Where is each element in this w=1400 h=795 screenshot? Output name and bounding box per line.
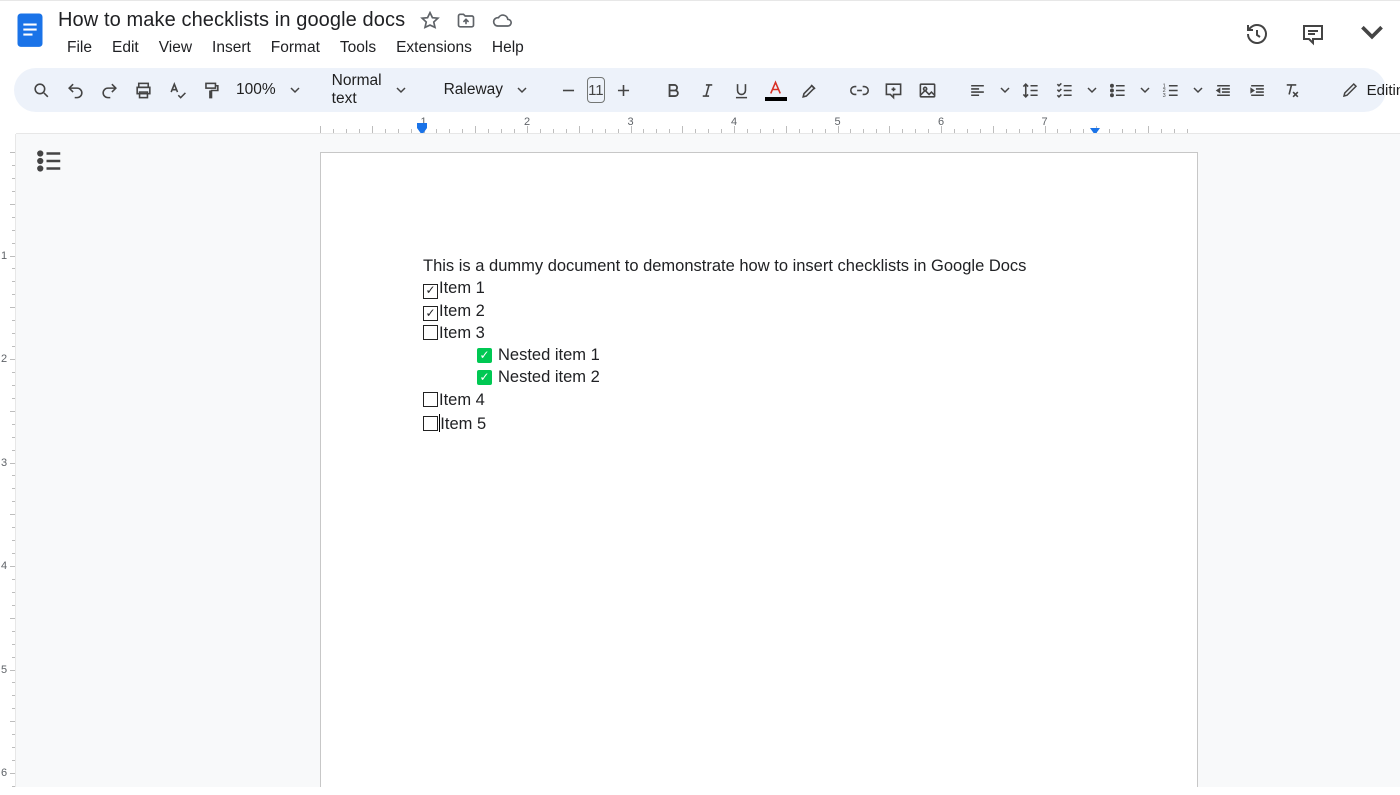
menu-edit[interactable]: Edit: [103, 36, 148, 60]
green-check-icon[interactable]: ✓: [477, 370, 492, 385]
zoom-select[interactable]: 100%: [230, 81, 300, 99]
star-icon[interactable]: [419, 10, 441, 32]
chevron-down-icon[interactable]: [1140, 82, 1150, 99]
font-size-increase[interactable]: [609, 75, 639, 105]
bold-icon[interactable]: [659, 75, 689, 105]
clear-formatting-icon[interactable]: [1277, 75, 1307, 105]
horizontal-ruler[interactable]: 1234567: [16, 112, 1400, 134]
outline-toggle-icon[interactable]: [34, 146, 64, 176]
vertical-ruler[interactable]: 123456: [0, 134, 16, 787]
checkbox-checked-icon[interactable]: [423, 306, 438, 321]
checklist-item[interactable]: Item 2: [423, 300, 1095, 322]
undo-icon[interactable]: [60, 75, 90, 105]
font-size-decrease[interactable]: [553, 75, 583, 105]
print-icon[interactable]: [128, 75, 158, 105]
menu-format[interactable]: Format: [262, 36, 329, 60]
menu-help[interactable]: Help: [483, 36, 533, 60]
align-icon[interactable]: [963, 75, 993, 105]
mode-select[interactable]: Editing: [1331, 74, 1400, 106]
checklist-item[interactable]: Item 4: [423, 389, 1095, 411]
search-menu-icon[interactable]: [26, 75, 56, 105]
mode-label: Editing: [1367, 82, 1400, 99]
highlight-icon[interactable]: [795, 75, 825, 105]
menu-tools[interactable]: Tools: [331, 36, 385, 60]
spellcheck-icon[interactable]: [162, 75, 192, 105]
chevron-down-icon: [396, 82, 406, 99]
chevron-down-icon: [290, 82, 300, 99]
checklist-item[interactable]: Item 1: [423, 277, 1095, 299]
redo-icon[interactable]: [94, 75, 124, 105]
item-label: Item 3: [439, 324, 485, 342]
numbered-list-icon[interactable]: 123: [1156, 75, 1186, 105]
checklist-item[interactable]: Item 3: [423, 322, 1095, 344]
green-check-icon[interactable]: ✓: [477, 348, 492, 363]
checklist-nested-item[interactable]: ✓ Nested item 1: [423, 344, 1095, 366]
insert-image-icon[interactable]: [913, 75, 943, 105]
italic-icon[interactable]: [693, 75, 723, 105]
checkbox-unchecked-icon[interactable]: [423, 325, 438, 340]
paint-format-icon[interactable]: [196, 75, 226, 105]
header-right: [1244, 9, 1388, 47]
underline-icon[interactable]: [727, 75, 757, 105]
workspace: 1234567 123456 This is a dummy document …: [0, 112, 1400, 787]
checklist-icon[interactable]: [1050, 75, 1080, 105]
video-call-button[interactable]: [1356, 21, 1382, 47]
item-label: Item 4: [439, 391, 485, 409]
text-cursor: [439, 414, 440, 432]
menu-view[interactable]: View: [150, 36, 201, 60]
document-title[interactable]: How to make checklists in google docs: [58, 9, 405, 32]
paragraph-style-select[interactable]: Normal text: [320, 72, 412, 108]
checkbox-checked-icon[interactable]: [423, 284, 438, 299]
bulleted-list-icon[interactable]: [1103, 75, 1133, 105]
zoom-value: 100%: [230, 81, 282, 99]
menu-bar: File Edit View Insert Format Tools Exten…: [58, 36, 1234, 60]
svg-text:3: 3: [1163, 92, 1166, 98]
menu-file[interactable]: File: [58, 36, 101, 60]
item-label: Nested item 2: [498, 366, 600, 388]
menu-extensions[interactable]: Extensions: [387, 36, 481, 60]
item-label: Item 1: [439, 279, 485, 297]
checklist-nested-item[interactable]: ✓ Nested item 2: [423, 366, 1095, 388]
app-header: How to make checklists in google docs Fi…: [0, 1, 1400, 62]
item-label: Item 2: [439, 302, 485, 320]
font-value: Raleway: [438, 81, 509, 99]
comments-icon[interactable]: [1300, 21, 1326, 47]
line-spacing-icon[interactable]: [1016, 75, 1046, 105]
chevron-down-icon: [517, 82, 527, 99]
docs-logo[interactable]: [12, 9, 48, 55]
document-page[interactable]: This is a dummy document to demonstrate …: [320, 152, 1198, 787]
checklist-item[interactable]: Item 5: [423, 411, 1095, 435]
font-select[interactable]: Raleway: [432, 81, 533, 99]
insert-link-icon[interactable]: [845, 75, 875, 105]
item-label: Item 5: [440, 415, 486, 433]
checkbox-unchecked-icon[interactable]: [423, 416, 438, 431]
style-value: Normal text: [326, 72, 388, 108]
doc-text[interactable]: This is a dummy document to demonstrate …: [423, 255, 1095, 277]
indent-increase-icon[interactable]: [1243, 75, 1273, 105]
add-comment-icon[interactable]: [879, 75, 909, 105]
item-label: Nested item 1: [498, 344, 600, 366]
chevron-down-icon[interactable]: [1000, 82, 1010, 99]
history-icon[interactable]: [1244, 21, 1270, 47]
title-row: How to make checklists in google docs: [58, 9, 1234, 32]
cloud-status-icon[interactable]: [491, 10, 513, 32]
menu-insert[interactable]: Insert: [203, 36, 260, 60]
document-canvas: This is a dummy document to demonstrate …: [16, 134, 1400, 787]
toolbar: 100% Normal text Raleway 11 123 Editing: [14, 68, 1386, 112]
text-color-icon[interactable]: [761, 75, 791, 105]
checkbox-unchecked-icon[interactable]: [423, 392, 438, 407]
text-color-swatch: [765, 97, 787, 101]
chevron-down-icon: [1360, 20, 1384, 49]
indent-decrease-icon[interactable]: [1209, 75, 1239, 105]
move-icon[interactable]: [455, 10, 477, 32]
title-area: How to make checklists in google docs Fi…: [58, 9, 1234, 60]
chevron-down-icon[interactable]: [1193, 82, 1203, 99]
chevron-down-icon[interactable]: [1087, 82, 1097, 99]
font-size-input[interactable]: 11: [587, 77, 605, 103]
